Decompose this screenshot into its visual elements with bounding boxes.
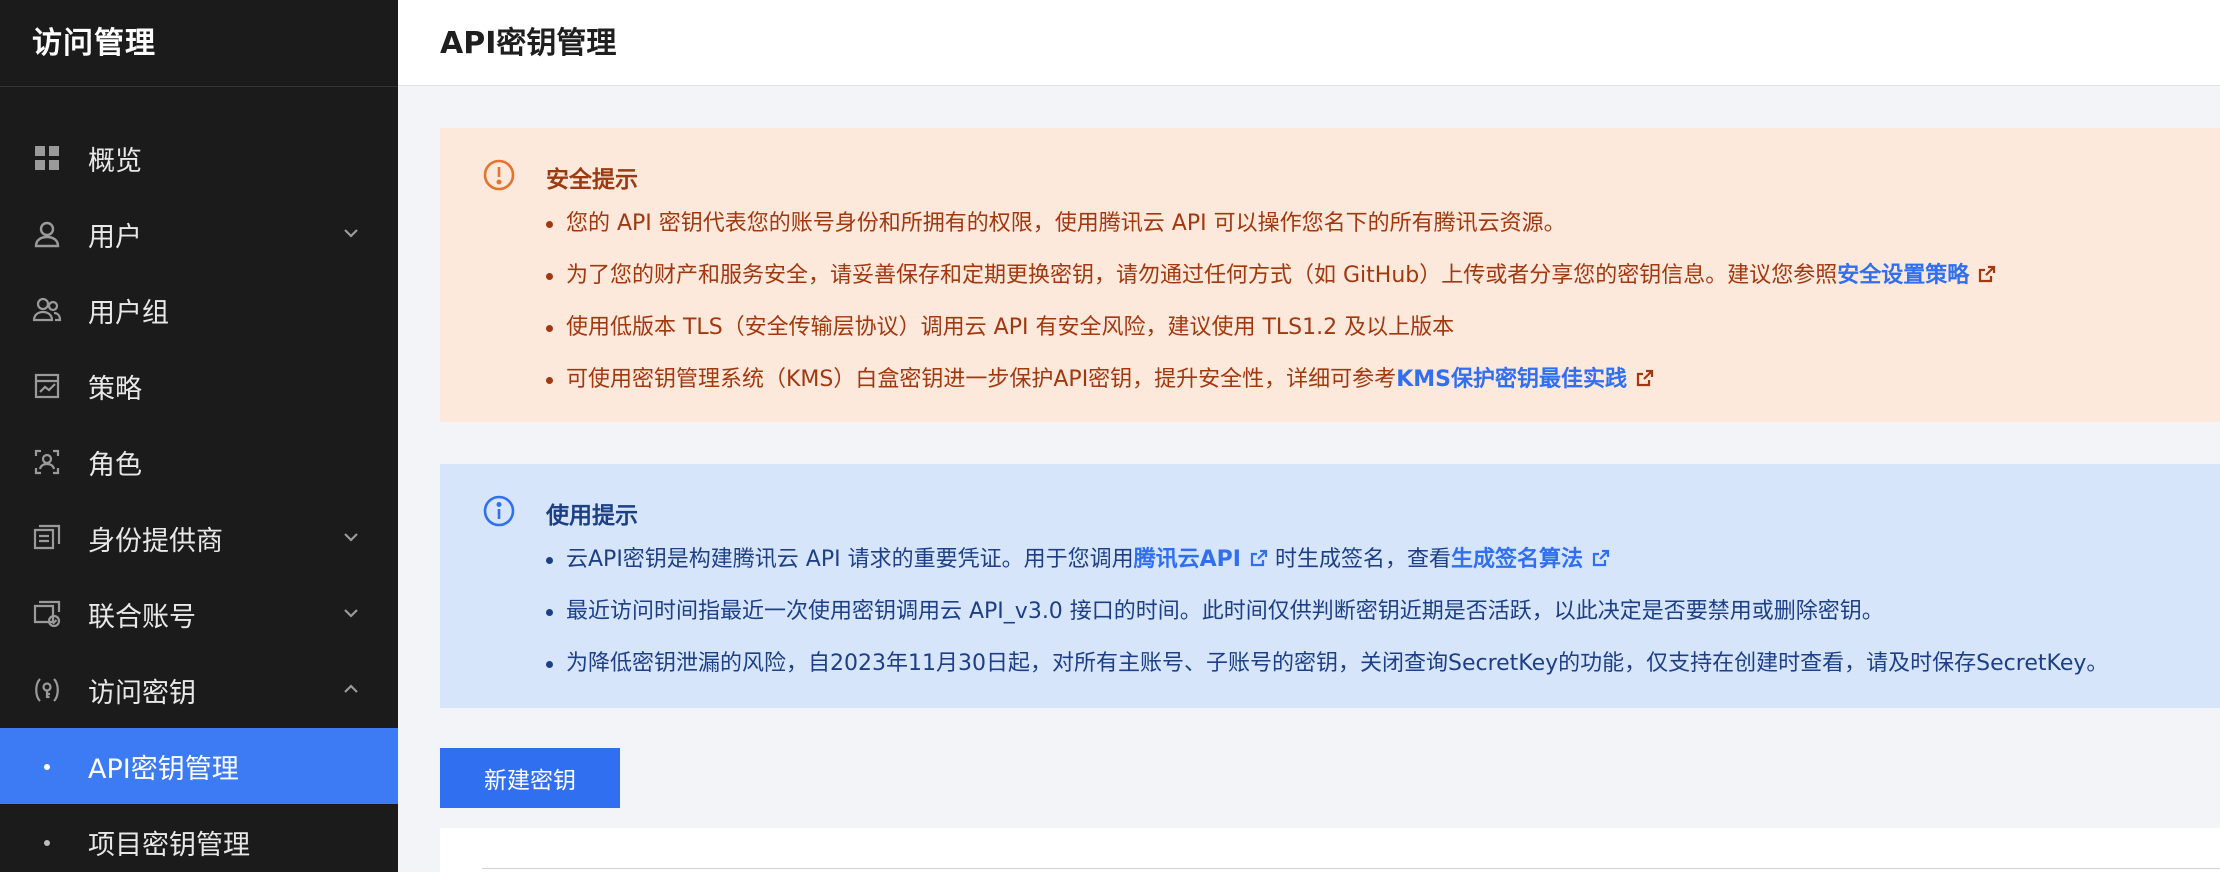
sidebar-item-access-keys[interactable]: 访问密钥 — [0, 652, 398, 728]
page-title: API密钥管理 — [440, 26, 617, 61]
sidebar-nav: 概览 用户 用户组 策略 角色 身份提供商 联合账号 访问密钥 API密钥管理 … — [0, 120, 398, 872]
sidebar-item-policies[interactable]: 策略 — [0, 348, 398, 424]
security-alert-title: 安全提示 — [546, 167, 638, 193]
user-icon — [32, 219, 62, 249]
usage-alert-list: 云API密钥是构建腾讯云 API 请求的重要凭证。用于您调用腾讯云API 时生成签… — [546, 534, 2108, 690]
federated-account-icon — [32, 599, 62, 629]
list-item: 云API密钥是构建腾讯云 API 请求的重要凭证。用于您调用腾讯云API 时生成签… — [546, 534, 2108, 586]
sidebar-item-label: API密钥管理 — [88, 753, 239, 785]
list-item: 为了您的财产和服务安全，请妥善保存和定期更换密钥，请勿通过任何方式（如 GitH… — [546, 250, 2003, 302]
alert-text: 时生成签名，查看 — [1274, 547, 1451, 572]
access-key-icon — [32, 675, 62, 705]
sidebar-item-label: 概览 — [88, 145, 142, 177]
tencent-cloud-api-link[interactable]: 腾讯云API — [1134, 547, 1241, 572]
sidebar-item-roles[interactable]: 角色 — [0, 424, 398, 500]
sidebar-item-label: 访问密钥 — [88, 677, 196, 709]
role-icon — [32, 447, 62, 477]
info-icon — [482, 494, 516, 528]
page-header: API密钥管理 — [398, 0, 2220, 86]
sidebar-item-label: 联合账号 — [88, 601, 196, 633]
key-table-card — [440, 828, 2220, 872]
security-alert: 安全提示 您的 API 密钥代表您的账号身份和所拥有的权限，使用腾讯云 API … — [440, 128, 2220, 422]
external-link-icon[interactable] — [1591, 548, 1611, 568]
alert-text: 可使用密钥管理系统（KMS）白盒密钥进一步保护API密钥，提升安全性，详细可参考 — [566, 367, 1397, 392]
bullet-dot — [44, 840, 50, 846]
policy-icon — [32, 371, 62, 401]
list-item: 您的 API 密钥代表您的账号身份和所拥有的权限，使用腾讯云 API 可以操作您… — [546, 198, 2003, 250]
sidebar-item-label: 用户 — [88, 221, 142, 253]
usage-alert: 使用提示 云API密钥是构建腾讯云 API 请求的重要凭证。用于您调用腾讯云AP… — [440, 464, 2220, 708]
sidebar-item-label: 角色 — [88, 449, 142, 481]
external-link-icon[interactable] — [1249, 548, 1269, 568]
list-item: 可使用密钥管理系统（KMS）白盒密钥进一步保护API密钥，提升安全性，详细可参考… — [546, 354, 2003, 406]
chevron-down-icon[interactable] — [340, 602, 362, 624]
alert-text: 您的 API 密钥代表您的账号身份和所拥有的权限，使用腾讯云 API 可以操作您… — [566, 211, 1566, 236]
external-link-icon[interactable] — [1635, 368, 1655, 388]
sidebar-subitem-project-key-management[interactable]: 项目密钥管理 — [0, 804, 398, 872]
sidebar: 访问管理 概览 用户 用户组 策略 角色 身份提供商 联合账号 访问密钥 API… — [0, 0, 398, 872]
sidebar-item-identity-providers[interactable]: 身份提供商 — [0, 500, 398, 576]
sidebar-item-label: 身份提供商 — [88, 525, 223, 557]
external-link-icon[interactable] — [1977, 264, 1997, 284]
usage-alert-title: 使用提示 — [546, 503, 638, 529]
sidebar-item-label: 项目密钥管理 — [88, 829, 250, 861]
alert-text: 为降低密钥泄漏的风险，自2023年11月30日起，对所有主账号、子账号的密钥，关… — [566, 651, 2109, 676]
alert-text: 使用低版本 TLS（安全传输层协议）调用云 API 有安全风险，建议使用 TLS… — [566, 315, 1455, 340]
alert-text: 最近访问时间指最近一次使用密钥调用云 API_v3.0 接口的时间。此时间仅供判… — [566, 599, 1884, 624]
list-item: 最近访问时间指最近一次使用密钥调用云 API_v3.0 接口的时间。此时间仅供判… — [546, 586, 2108, 638]
identity-provider-icon — [32, 523, 62, 553]
user-group-icon — [32, 295, 62, 325]
list-item: 为降低密钥泄漏的风险，自2023年11月30日起，对所有主账号、子账号的密钥，关… — [546, 638, 2108, 690]
new-key-button[interactable]: 新建密钥 — [440, 748, 620, 808]
chevron-down-icon[interactable] — [340, 222, 362, 244]
sidebar-item-user-groups[interactable]: 用户组 — [0, 272, 398, 348]
signature-algorithm-link[interactable]: 生成签名算法 — [1451, 547, 1583, 572]
warning-icon — [482, 158, 516, 192]
security-policy-link[interactable]: 安全设置策略 — [1837, 263, 1969, 288]
table-header-border — [482, 868, 2220, 872]
sidebar-item-label: 策略 — [88, 373, 142, 405]
list-item: 使用低版本 TLS（安全传输层协议）调用云 API 有安全风险，建议使用 TLS… — [546, 302, 2003, 354]
chevron-down-icon[interactable] — [340, 526, 362, 548]
kms-best-practice-link[interactable]: KMS保护密钥最佳实践 — [1396, 367, 1627, 392]
sidebar-item-overview[interactable]: 概览 — [0, 120, 398, 196]
sidebar-title: 访问管理 — [32, 26, 156, 61]
alert-text: 为了您的财产和服务安全，请妥善保存和定期更换密钥，请勿通过任何方式（如 GitH… — [566, 263, 1838, 288]
sidebar-divider — [0, 86, 398, 87]
sidebar-subitem-api-key-management[interactable]: API密钥管理 — [0, 728, 398, 804]
dashboard-icon — [32, 143, 62, 173]
security-alert-list: 您的 API 密钥代表您的账号身份和所拥有的权限，使用腾讯云 API 可以操作您… — [546, 198, 2003, 406]
sidebar-item-federated-accounts[interactable]: 联合账号 — [0, 576, 398, 652]
sidebar-item-label: 用户组 — [88, 297, 169, 329]
alert-text: 云API密钥是构建腾讯云 API 请求的重要凭证。用于您调用 — [566, 547, 1134, 572]
bullet-dot — [44, 764, 50, 770]
sidebar-item-users[interactable]: 用户 — [0, 196, 398, 272]
chevron-up-icon[interactable] — [340, 678, 362, 700]
